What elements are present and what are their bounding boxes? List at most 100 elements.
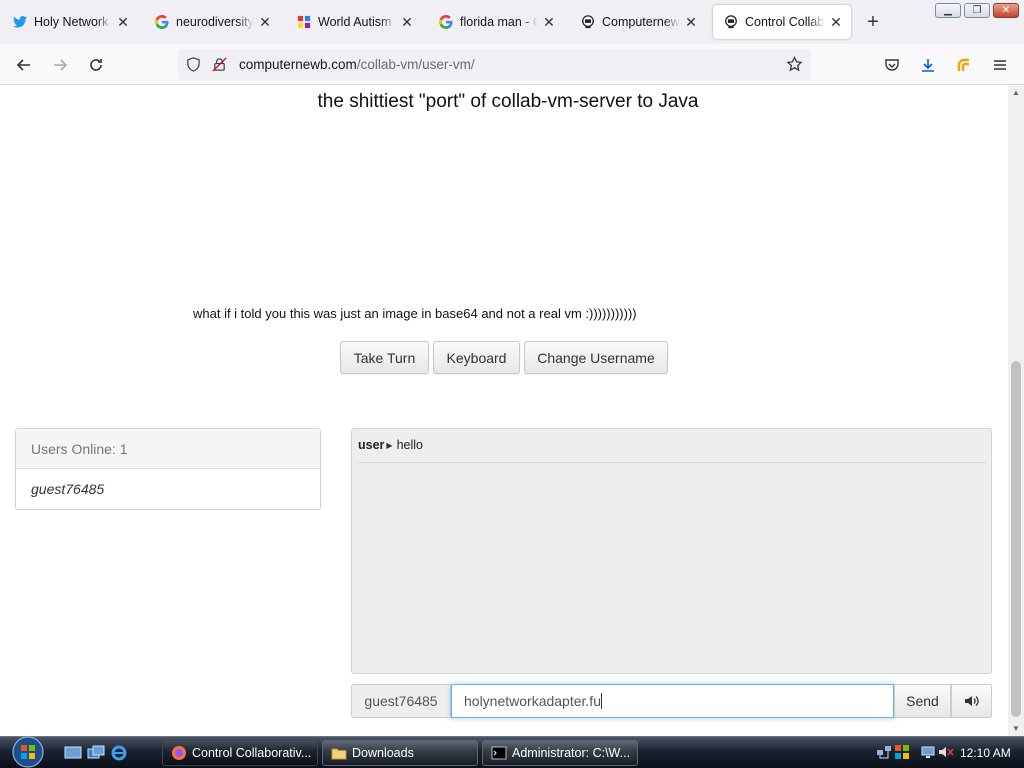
text-caret [600, 693, 602, 709]
take-turn-button[interactable]: Take Turn [340, 341, 429, 374]
switch-windows-icon[interactable] [87, 745, 105, 761]
volume-button[interactable] [951, 684, 992, 718]
user-list-item[interactable]: guest76485 [16, 469, 320, 509]
send-button[interactable]: Send [894, 684, 951, 718]
computernewb-icon [580, 14, 596, 30]
scroll-up-arrow-icon[interactable]: ▲ [1008, 86, 1024, 100]
pocket-button[interactable] [879, 52, 905, 78]
extension-button[interactable] [951, 52, 977, 78]
close-tab-icon[interactable]: ✕ [400, 14, 414, 31]
page-heading: the shittiest "port" of collab-vm-server… [317, 91, 699, 112]
tab-control-collaborative[interactable]: Control Collaborative ✕ [713, 5, 851, 39]
scrollbar-thumb[interactable] [1011, 361, 1021, 717]
keyboard-button[interactable]: Keyboard [433, 341, 520, 374]
app-menu-button[interactable] [987, 52, 1013, 78]
restore-window-button[interactable]: ❐ [964, 3, 990, 18]
close-window-button[interactable]: ✕ [993, 3, 1019, 18]
network-connection-icon[interactable] [920, 744, 936, 765]
folder-icon [331, 745, 347, 761]
tab-title: World Autism Awareness [318, 15, 396, 29]
tab-title: Holy Network Adapter [34, 15, 112, 29]
tab-neurodiversity[interactable]: neurodiversity - Google ✕ [144, 5, 280, 39]
back-button[interactable] [11, 52, 37, 78]
close-tab-icon[interactable]: ✕ [258, 14, 272, 31]
users-online-panel: Users Online: 1 guest76485 [15, 428, 321, 510]
change-username-button[interactable]: Change Username [524, 341, 668, 374]
computernewb-icon [723, 14, 739, 30]
taskbar-item-label: Control Collaborativ... [192, 746, 312, 760]
taskbar-item-label: Administrator: C:\W... [512, 746, 631, 760]
taskbar-item-cmd[interactable]: Administrator: C:\W... [482, 740, 638, 766]
tab-title: florida man - Google [460, 15, 538, 29]
close-tab-icon[interactable]: ✕ [542, 14, 556, 31]
minimize-window-button[interactable]: ▁ [935, 3, 961, 18]
download-arrow-icon [922, 59, 934, 72]
pocket-icon [885, 59, 899, 71]
chat-input-value: holynetworkadapter.fu [464, 693, 601, 709]
extension-icon [957, 58, 969, 71]
page-content: the shittiest "port" of collab-vm-server… [0, 86, 1008, 736]
security-center-icon[interactable] [894, 744, 910, 765]
google-icon [438, 14, 454, 30]
screen: Holy Network Adapter ✕ neurodiversity - … [0, 0, 1024, 768]
shield-icon[interactable] [186, 57, 201, 77]
page-scrollbar[interactable]: ▲ ▼ [1008, 86, 1024, 736]
downloads-button[interactable] [915, 52, 941, 78]
chat-log: user ▶ hello [351, 428, 992, 674]
tab-title: neurodiversity - Google [176, 15, 254, 29]
chat-input-group: guest76485 holynetworkadapter.fu Send [351, 684, 992, 718]
internet-explorer-icon[interactable] [110, 745, 128, 761]
volume-icon [964, 696, 979, 706]
vm-caption: what if i told you this was just an imag… [193, 306, 637, 321]
tab-computernewb[interactable]: Computernewb ✕ [570, 5, 706, 39]
tab-florida-man[interactable]: florida man - Google ✕ [428, 5, 564, 39]
url-text[interactable]: computernewb.com/collab-vm/user-vm/ [239, 57, 475, 72]
google-icon [154, 14, 170, 30]
chat-message-user: user [358, 438, 385, 452]
tab-title: Computernewb [602, 15, 680, 29]
chat-divider [358, 462, 986, 463]
show-desktop-icon[interactable] [64, 745, 82, 761]
network-icon[interactable] [876, 744, 892, 765]
taskbar-item-downloads[interactable]: Downloads [322, 740, 478, 766]
bookmark-star-icon[interactable] [786, 56, 803, 78]
volume-muted-icon[interactable] [938, 744, 954, 765]
windows-logo-icon [12, 736, 44, 768]
hamburger-menu-icon [994, 60, 1006, 70]
url-domain: computernewb.com [239, 57, 357, 72]
chat-message: user ▶ hello [358, 438, 423, 452]
insecure-lock-icon[interactable] [212, 57, 227, 77]
taskbar-item-label: Downloads [352, 746, 414, 760]
chat-message-input[interactable]: holynetworkadapter.fu [451, 684, 894, 718]
forward-button[interactable] [47, 52, 73, 78]
browser-tab-strip: Holy Network Adapter ✕ neurodiversity - … [0, 0, 1024, 44]
tab-title: Control Collaborative [745, 15, 825, 29]
reload-button[interactable] [83, 52, 109, 78]
arrow-right-icon [54, 59, 68, 71]
close-tab-icon[interactable]: ✕ [116, 14, 130, 31]
tab-world-autism-awareness[interactable]: World Autism Awareness ✕ [286, 5, 422, 39]
taskbar-clock[interactable]: 12:10 AM [960, 746, 1011, 760]
firefox-icon [171, 745, 187, 761]
cmd-icon [491, 745, 507, 761]
chat-message-text: hello [396, 438, 423, 452]
tab-holy-network-adapter[interactable]: Holy Network Adapter ✕ [2, 5, 138, 39]
reload-icon [90, 59, 102, 71]
url-path: /collab-vm/user-vm/ [356, 57, 475, 72]
address-bar[interactable]: computernewb.com/collab-vm/user-vm/ [178, 49, 811, 80]
arrow-left-icon [16, 59, 30, 71]
start-button[interactable] [8, 735, 48, 768]
chevron-right-icon: ▶ [386, 441, 393, 450]
close-tab-icon[interactable]: ✕ [829, 14, 843, 31]
new-tab-button[interactable]: + [862, 11, 884, 33]
vm-display[interactable] [193, 126, 833, 296]
puzzle-icon [296, 14, 312, 30]
twitter-icon [12, 14, 28, 30]
users-online-header: Users Online: 1 [16, 429, 320, 469]
chat-username-label: guest76485 [351, 684, 451, 718]
close-tab-icon[interactable]: ✕ [684, 14, 698, 31]
navigation-toolbar: computernewb.com/collab-vm/user-vm/ [0, 44, 1024, 85]
scroll-down-arrow-icon[interactable]: ▼ [1008, 722, 1024, 736]
taskbar-item-firefox[interactable]: Control Collaborativ... [162, 740, 318, 766]
windows-taskbar: Control Collaborativ... Downloads Admini… [0, 736, 1024, 768]
